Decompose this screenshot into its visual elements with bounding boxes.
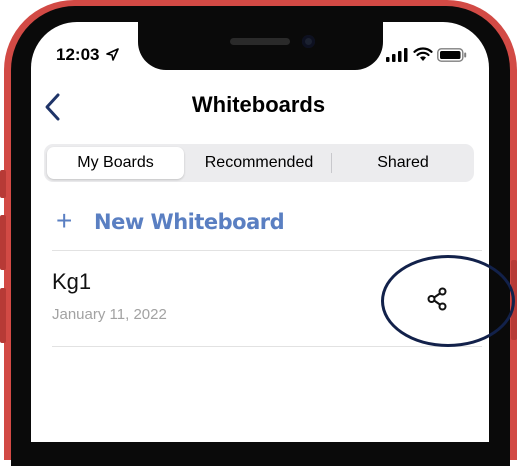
plus-icon: +: [56, 205, 73, 236]
divider: [52, 250, 482, 251]
status-time-text: 12:03: [56, 45, 100, 64]
status-icons: [386, 45, 468, 65]
wifi-icon: [413, 47, 433, 61]
segmented-control: My Boards Recommended Shared: [44, 144, 474, 182]
side-button: [0, 288, 6, 343]
board-date: January 11, 2022: [52, 306, 167, 323]
location-arrow-icon: [106, 48, 120, 61]
side-button: [0, 170, 6, 198]
board-name: Kg1: [52, 269, 92, 294]
speaker: [230, 38, 290, 45]
battery-icon: [437, 48, 467, 62]
notch: [138, 22, 383, 70]
new-whiteboard-label: New Whiteboard: [94, 210, 285, 234]
annotation-circle: [381, 255, 515, 347]
divider: [52, 346, 482, 347]
camera-lens: [302, 35, 315, 48]
status-time: 12:03: [56, 45, 120, 65]
cellular-signal-icon: [386, 48, 408, 62]
tab-recommended[interactable]: Recommended: [187, 144, 331, 182]
tab-shared[interactable]: Shared: [332, 144, 474, 182]
tab-my-boards[interactable]: My Boards: [47, 147, 184, 179]
page-title: Whiteboards: [191, 92, 326, 117]
side-button: [0, 215, 6, 270]
